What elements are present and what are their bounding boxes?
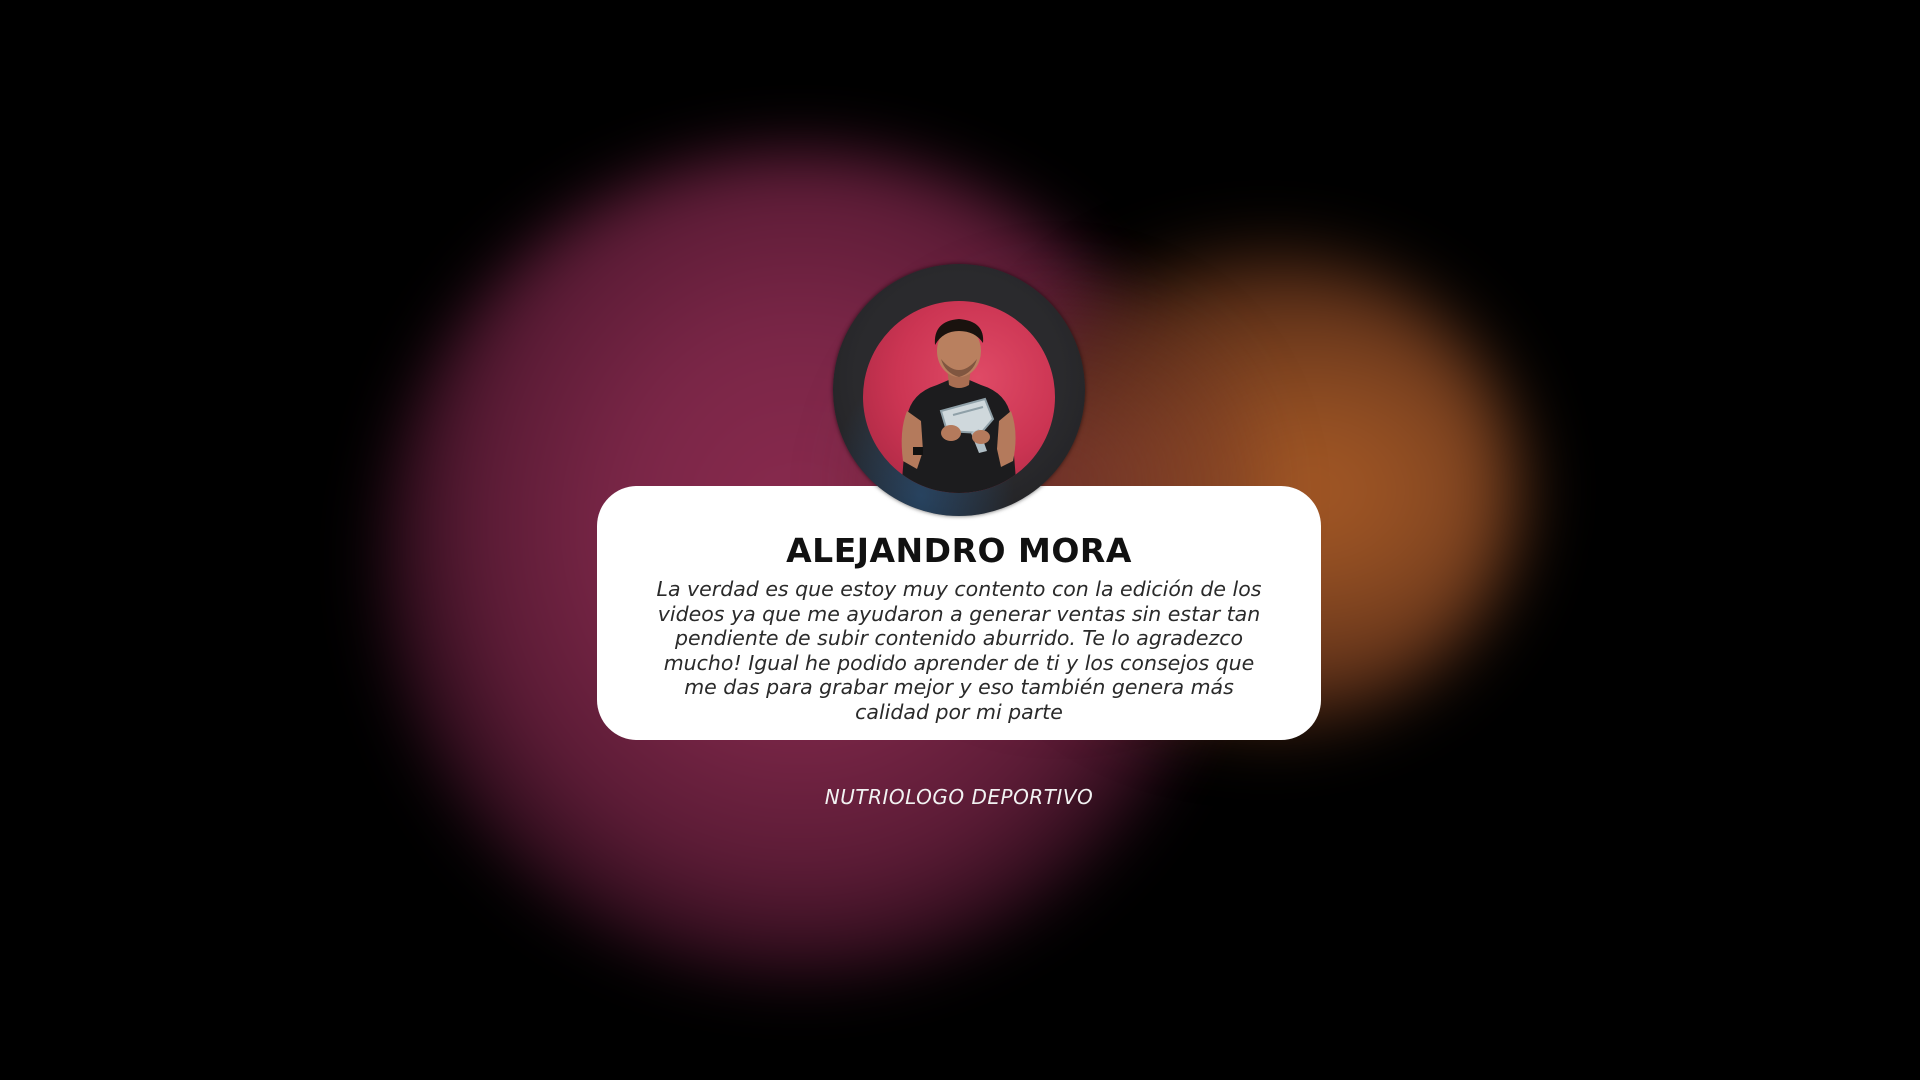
testimonial-role: NUTRIOLOGO DEPORTIVO xyxy=(824,785,1094,809)
avatar-photo xyxy=(863,301,1055,493)
testimonial-slide: ALEJANDRO MORA La verdad es que estoy mu… xyxy=(0,0,1920,1080)
testimonial-quote: La verdad es que estoy muy contento con … xyxy=(656,577,1262,724)
avatar xyxy=(863,301,1055,493)
testimonial-name: ALEJANDRO MORA xyxy=(786,531,1132,570)
